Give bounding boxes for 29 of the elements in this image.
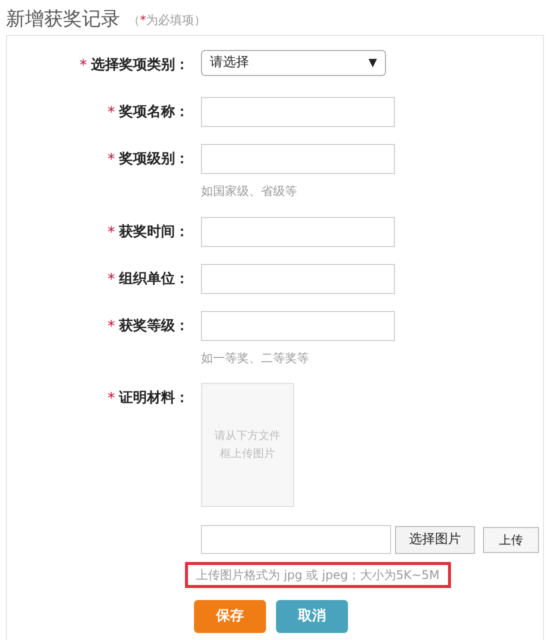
field-label: 选择奖项类别： xyxy=(91,56,189,74)
input-field[interactable] xyxy=(201,264,395,294)
required-mark: * xyxy=(108,268,115,290)
field-label: 组织单位： xyxy=(119,270,189,288)
choose-image-button[interactable]: 选择图片 xyxy=(395,526,475,554)
required-note: （*为必填项） xyxy=(128,12,206,29)
required-mark: * xyxy=(108,148,115,170)
field-label: 获奖等级： xyxy=(119,316,189,336)
input-field[interactable] xyxy=(201,97,395,127)
required-mark: * xyxy=(108,102,115,123)
required-mark: * xyxy=(80,54,87,76)
page-title: 新增获奖记录 xyxy=(6,10,120,29)
required-mark: * xyxy=(108,388,115,409)
required-mark: * xyxy=(108,316,115,337)
required-mark: * xyxy=(108,222,115,243)
field-label: 奖项名称： xyxy=(119,102,189,122)
category-select[interactable]: 请选择 ▼ xyxy=(201,50,386,76)
input-field[interactable] xyxy=(201,144,395,174)
hint-text: 如国家级、省级等 xyxy=(201,183,297,200)
hint-text: 如一等奖、二等奖等 xyxy=(201,350,309,367)
upload-button[interactable]: 上传 xyxy=(483,526,539,552)
field-label: 获奖时间： xyxy=(119,222,189,242)
field-label: 证明材料： xyxy=(119,388,189,408)
input-field[interactable] xyxy=(201,311,395,341)
image-preview: 请从下方文件框上传图片 xyxy=(201,383,294,507)
file-field[interactable] xyxy=(201,525,391,554)
input-field[interactable] xyxy=(201,217,395,247)
hint-text: 上传图片格式为 jpg 或 jpeg；大小为5K~5M xyxy=(185,562,451,588)
field-label: 奖项级别： xyxy=(119,150,189,168)
